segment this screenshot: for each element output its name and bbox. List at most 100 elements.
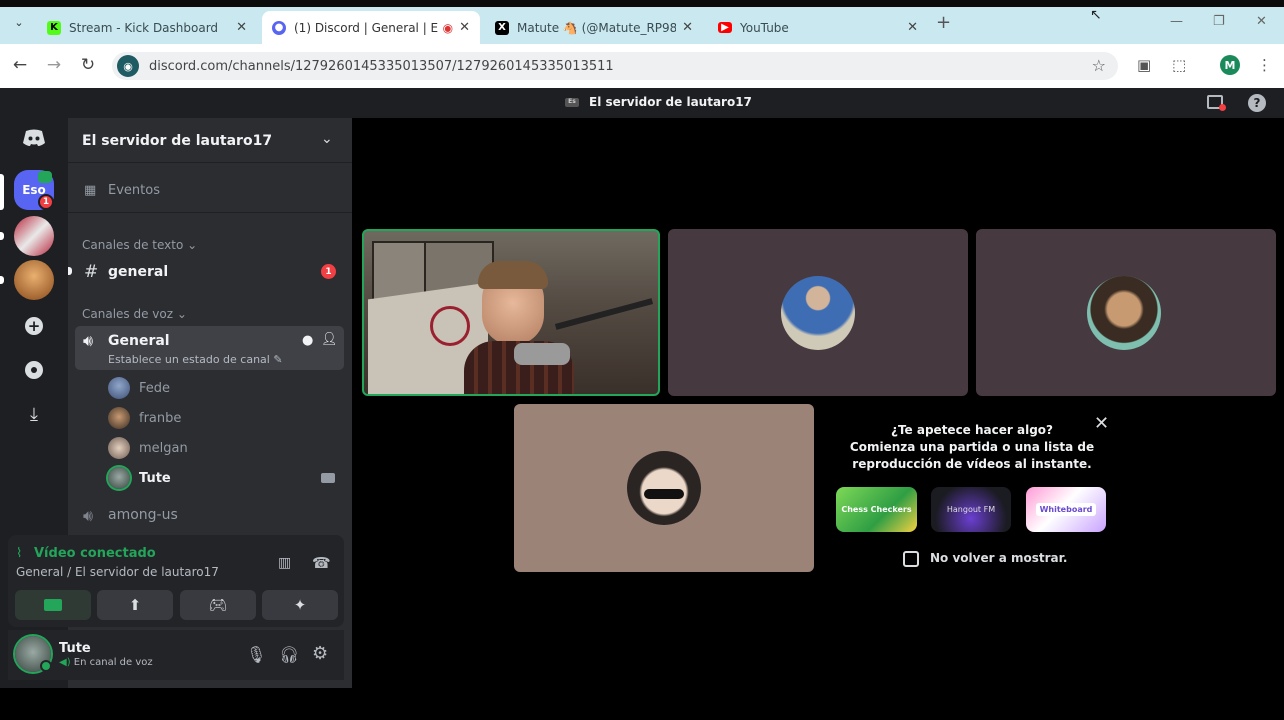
- activity-label: Whiteboard: [1035, 503, 1097, 516]
- recording-icon: ◉: [442, 20, 454, 35]
- video-tile-fede[interactable]: [668, 229, 968, 396]
- noise-suppression-icon[interactable]: ▥: [278, 555, 291, 571]
- dont-show-checkbox[interactable]: [903, 551, 919, 567]
- profile-avatar[interactable]: M: [1220, 55, 1240, 75]
- voice-channel-among-us[interactable]: among-us: [108, 507, 178, 523]
- x-icon: X: [495, 20, 509, 35]
- server-mention-badge: 1: [38, 194, 54, 210]
- voice-channel-name: General: [108, 333, 170, 349]
- inbox-badge: [1219, 104, 1226, 111]
- speaker-icon: 🔊︎: [83, 506, 94, 525]
- text-channels-header[interactable]: Canales de texto ⌄: [82, 238, 197, 252]
- channel-general-text[interactable]: general: [108, 264, 168, 280]
- camera-icon: [44, 599, 62, 611]
- chevron-down-icon[interactable]: ⌄: [321, 131, 333, 147]
- screen-share-extension-icon[interactable]: ▣: [1137, 56, 1151, 74]
- member-name: Tute: [139, 470, 171, 486]
- omnibox[interactable]: ◉ discord.com/channels/12792601453350135…: [112, 52, 1118, 80]
- server-icon-food[interactable]: [14, 260, 54, 300]
- activity-prompt-line3: reproducción de vídeos al instante.: [852, 457, 1092, 471]
- close-tab-icon[interactable]: ✕: [907, 20, 918, 35]
- soundboard-button[interactable]: ✦: [262, 590, 338, 620]
- soundboard-icon: ✦: [293, 596, 307, 614]
- channel-status-placeholder: Establece un estado de canal: [108, 353, 270, 366]
- avatar: [108, 377, 130, 399]
- voice-channels-header[interactable]: Canales de voz ⌄: [82, 307, 187, 321]
- activity-label: Chess Checkers: [841, 505, 912, 514]
- gamepad-icon: 🎮︎: [208, 596, 228, 614]
- calendar-icon: ▦: [84, 183, 97, 198]
- streamer-hair: [478, 261, 548, 289]
- signal-icon: ⌇: [16, 546, 23, 561]
- events-label[interactable]: Eventos: [108, 183, 160, 198]
- minimize-icon[interactable]: —: [1170, 14, 1183, 29]
- unread-pill: [0, 232, 4, 240]
- video-tile-webcam[interactable]: [362, 229, 660, 396]
- video-stage: [352, 118, 1284, 688]
- sunglasses: [644, 489, 684, 499]
- hash-icon: #: [84, 262, 99, 282]
- online-status-dot: [40, 660, 52, 672]
- bookmark-star-icon[interactable]: ☆: [1092, 56, 1106, 75]
- close-tab-icon[interactable]: ✕: [459, 20, 470, 35]
- close-window-icon[interactable]: ✕: [1256, 14, 1267, 29]
- member-name: Fede: [139, 380, 171, 396]
- participant-avatar: [1087, 276, 1161, 350]
- unread-pill: [0, 276, 4, 284]
- video-tile-franbe[interactable]: [976, 229, 1276, 396]
- close-tab-icon[interactable]: ✕: [682, 20, 693, 35]
- activity-chess-checkers[interactable]: Chess Checkers: [836, 487, 917, 532]
- settings-gear-icon[interactable]: ⚙: [312, 643, 328, 664]
- site-info-icon[interactable]: ◉: [117, 55, 139, 77]
- restore-icon[interactable]: ❐: [1213, 14, 1225, 29]
- back-icon[interactable]: ←: [10, 55, 30, 75]
- camera-button[interactable]: [15, 590, 91, 620]
- forward-icon[interactable]: →: [44, 55, 64, 75]
- server-icon-river[interactable]: [14, 216, 54, 256]
- headphones-icon[interactable]: 🎧︎: [279, 645, 299, 664]
- tab-kick[interactable]: K Stream - Kick Dashboard ✕: [37, 11, 257, 44]
- server-name[interactable]: El servidor de lautaro17: [82, 133, 272, 149]
- explore-compass-icon[interactable]: [14, 350, 54, 390]
- youtube-icon: ▶: [718, 22, 732, 33]
- add-server-icon[interactable]: +: [14, 306, 54, 346]
- tab-youtube[interactable]: ▶ YouTube ✕: [708, 11, 928, 44]
- activity-hangout-fm[interactable]: Hangout FM: [931, 487, 1011, 532]
- disconnect-icon[interactable]: ☎: [312, 554, 331, 572]
- invite-user-icon[interactable]: 👤︎: [321, 332, 338, 347]
- username[interactable]: Tute: [59, 641, 91, 656]
- category-label: Canales de voz: [82, 307, 174, 321]
- extensions-icon[interactable]: ⬚: [1172, 56, 1186, 74]
- menu-dots-icon[interactable]: ⋮: [1257, 56, 1272, 74]
- tab-x[interactable]: X Matute 🐴 (@Matute_RP98) / X ✕: [485, 11, 703, 44]
- camera-on-icon: [321, 473, 335, 483]
- activities-button[interactable]: 🎮︎: [180, 590, 256, 620]
- tab-search-icon[interactable]: ⌄: [10, 13, 28, 31]
- microphone-icon[interactable]: 🎙︎: [246, 645, 266, 664]
- dont-show-label[interactable]: No volver a mostrar.: [930, 551, 1067, 565]
- tab-title: Matute 🐴 (@Matute_RP98) / X: [517, 20, 677, 35]
- user-status: ◀) En canal de voz: [59, 657, 153, 668]
- divider: [68, 162, 352, 163]
- participant-avatar: [781, 276, 855, 350]
- close-tab-icon[interactable]: ✕: [236, 20, 247, 35]
- url-text[interactable]: discord.com/channels/1279260145335013507…: [149, 59, 614, 74]
- discord-home-icon[interactable]: [14, 118, 54, 158]
- mouse-cursor-icon: ↖: [1090, 7, 1102, 23]
- discord-icon: ●: [272, 20, 286, 35]
- new-tab-button[interactable]: +: [936, 14, 951, 32]
- voice-member[interactable]: Fede: [108, 376, 170, 400]
- chat-bubble-icon[interactable]: ●: [302, 333, 313, 348]
- voice-status[interactable]: Vídeo conectado: [34, 546, 156, 561]
- reload-icon[interactable]: ↻: [78, 55, 98, 75]
- voice-location[interactable]: General / El servidor de lautaro17: [16, 565, 219, 579]
- help-icon[interactable]: ?: [1248, 94, 1266, 112]
- activity-prompt-line2: Comienza una partida o una lista de: [849, 440, 1095, 454]
- divider: [68, 212, 352, 213]
- kick-icon: K: [47, 20, 61, 35]
- tab-discord[interactable]: ● (1) Discord | General | El ser ◉ ✕: [262, 11, 480, 44]
- tab-title: Stream - Kick Dashboard: [69, 20, 219, 35]
- screen-share-button[interactable]: ⬆︎: [97, 590, 173, 620]
- channel-status-input[interactable]: Establece un estado de canal ✎: [108, 353, 283, 366]
- activity-whiteboard[interactable]: Whiteboard: [1026, 487, 1106, 532]
